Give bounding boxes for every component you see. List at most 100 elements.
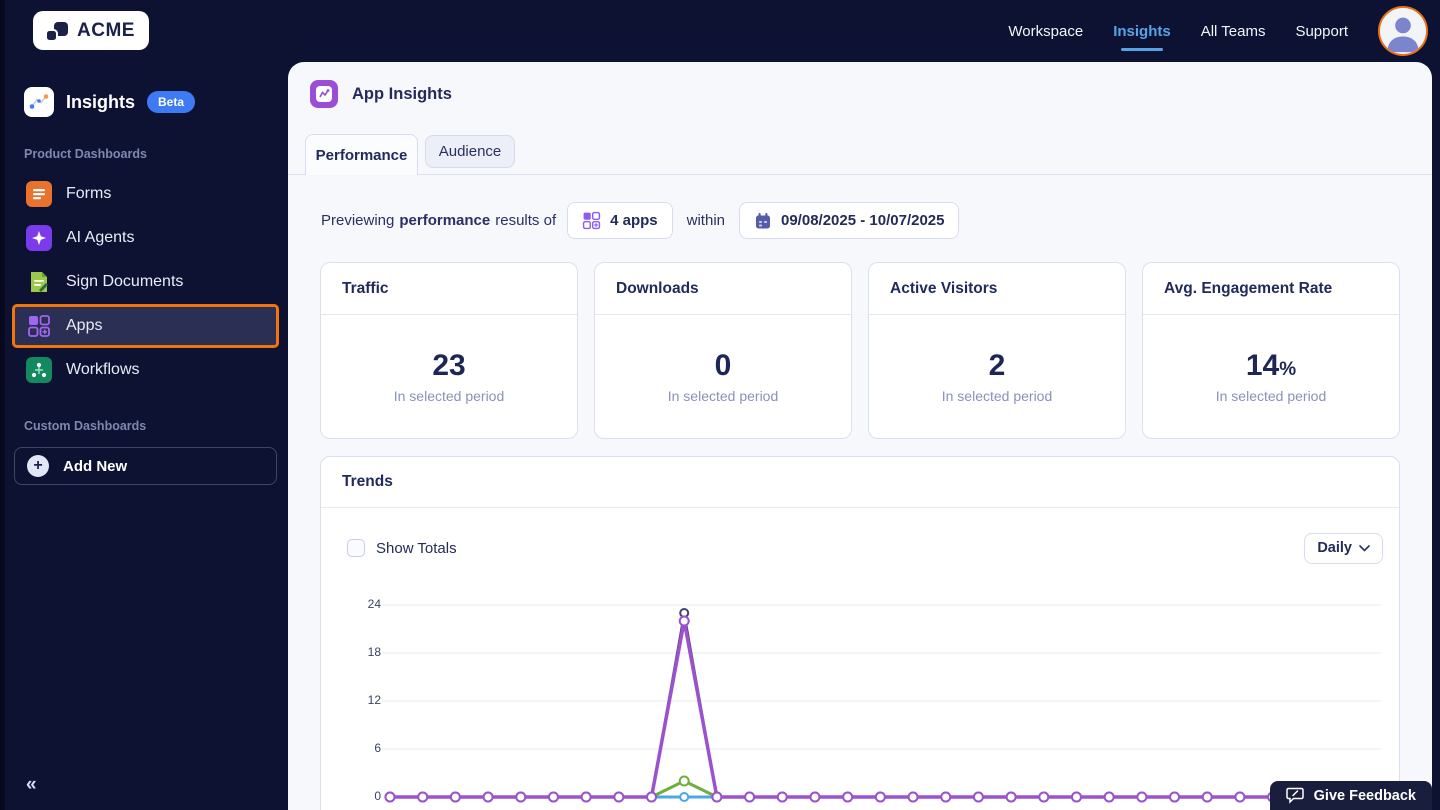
sidebar-collapse-button[interactable]: « [26,774,37,796]
section-label-product-dashboards: Product Dashboards [24,147,147,161]
stat-value: 23 [432,348,466,382]
acme-logo[interactable]: ACME [33,11,149,50]
sidebar-item-workflows[interactable]: Workflows [12,348,279,392]
calendar-icon [756,212,770,228]
trend-purple-marker [809,791,821,803]
sidebar-item-sign-documents[interactable]: Sign Documents [12,260,279,304]
apps-selector-label: 4 apps [610,212,658,229]
y-tick-label: 6 [374,741,381,755]
stat-value: 0 [714,348,732,382]
nav-item-support[interactable]: Support [1295,23,1348,40]
sidebar-item-label: Forms [66,185,112,202]
ai-agents-icon [26,225,52,251]
trend-purple-marker [1038,791,1050,803]
sidebar: ACME Insights Beta Product Dashboards Fo… [0,0,288,810]
stat-title: Active Visitors [869,263,1125,315]
sidebar-app-title: Insights [66,91,136,112]
trends-line-chart[interactable] [382,604,1381,803]
granularity-dropdown[interactable]: Daily [1304,532,1383,564]
sidebar-app-header: Insights Beta [24,87,196,117]
stat-title: Avg. Engagement Rate [1143,263,1399,315]
give-feedback-button[interactable]: Give Feedback [1269,781,1432,810]
trend-purple-marker [482,791,494,803]
person-icon [1387,17,1419,53]
apps-grid-icon [582,211,601,230]
sidebar-menu: Forms AI Agents Sign Documents Apps Work… [12,172,279,392]
trend-purple-marker [1005,791,1017,803]
trend-purple-marker [972,791,984,803]
sidebar-item-label: AI Agents [66,229,135,246]
sidebar-item-forms[interactable]: Forms [12,172,279,216]
stat-caption: In selected period [1215,387,1327,404]
apps-selector-button[interactable]: 4 apps [567,202,673,239]
trend-purple-marker [515,791,527,803]
stat-caption: In selected period [941,387,1053,404]
nav-item-workspace[interactable]: Workspace [1008,23,1083,40]
acme-logo-icon [47,20,71,42]
top-nav-links: Workspace Insights All Teams Support [1008,0,1440,62]
trend-purple-marker [1201,791,1213,803]
main-content-panel: App Insights Performance Audience Previe… [288,62,1432,810]
trends-card: Trends Show Totals Daily 0 6 12 18 24 [320,456,1400,810]
y-axis-labels: 0 6 12 18 24 [335,597,381,803]
trend-purple-marker [1136,791,1148,803]
preview-filter-row: Previewing performance results of 4 apps… [321,202,960,239]
trend-purple-marker [1234,791,1246,803]
acme-logo-text: ACME [77,19,135,41]
stat-title: Traffic [321,263,577,315]
y-tick-label: 18 [367,645,381,659]
show-totals-checkbox[interactable] [347,539,365,557]
trend-purple-marker [907,791,919,803]
stat-card-engagement-rate: Avg. Engagement Rate 14% In selected per… [1142,262,1400,439]
trend-purple-marker [613,791,625,803]
trend-purple-marker [678,615,690,627]
section-label-custom-dashboards: Custom Dashboards [24,419,147,433]
date-range-button[interactable]: 09/08/2025 - 10/07/2025 [739,202,960,239]
add-new-button[interactable]: + Add New [14,447,277,485]
trend-purple-marker [1103,791,1115,803]
trends-title: Trends [321,457,1399,508]
stat-card-active-visitors: Active Visitors 2 In selected period [868,262,1126,439]
give-feedback-label: Give Feedback [1313,787,1416,804]
sidebar-item-ai-agents[interactable]: AI Agents [12,216,279,260]
nav-item-insights[interactable]: Insights [1113,23,1171,40]
user-avatar[interactable] [1378,6,1428,56]
y-tick-label: 24 [367,597,381,611]
trend-purple-marker [874,791,886,803]
trend-purple-marker [842,791,854,803]
trend-purple-marker [744,791,756,803]
tab-audience[interactable]: Audience [425,135,515,168]
sign-documents-icon [26,269,52,295]
app-insights-icon [310,80,338,108]
stat-card-downloads: Downloads 0 In selected period [594,262,852,439]
preview-suffix: results of [495,212,557,229]
trend-purple-marker [646,791,658,803]
trend-navy-line [390,611,1338,799]
stat-caption: In selected period [667,387,779,404]
tab-divider [288,174,1432,175]
show-totals-label: Show Totals [376,539,457,557]
stat-value: 2 [988,348,1006,382]
trend-blue-marker [679,792,690,802]
trend-purple-marker [1070,791,1082,803]
add-new-label: Add New [63,457,128,475]
trend-green-marker [678,775,690,787]
trend-purple-marker [547,791,559,803]
trends-controls: Show Totals Daily [347,531,1383,565]
trend-purple-marker [384,791,396,803]
stat-unit: % [1279,358,1297,380]
stat-value: 14% [1245,348,1297,382]
show-totals-control: Show Totals [347,539,457,557]
tab-performance[interactable]: Performance [305,134,418,175]
preview-sentence: Previewing performance results of [321,212,556,229]
stat-card-traffic: Traffic 23 In selected period [320,262,578,439]
stat-title: Downloads [595,263,851,315]
sidebar-item-label: Sign Documents [66,273,184,290]
y-tick-label: 12 [367,693,381,707]
trend-purple-line [390,619,1338,799]
granularity-label: Daily [1317,540,1352,556]
nav-item-all-teams[interactable]: All Teams [1201,23,1266,40]
stats-row: Traffic 23 In selected period Downloads … [320,262,1400,439]
feedback-bubble-icon [1285,787,1304,804]
sidebar-item-apps[interactable]: Apps [12,304,279,348]
